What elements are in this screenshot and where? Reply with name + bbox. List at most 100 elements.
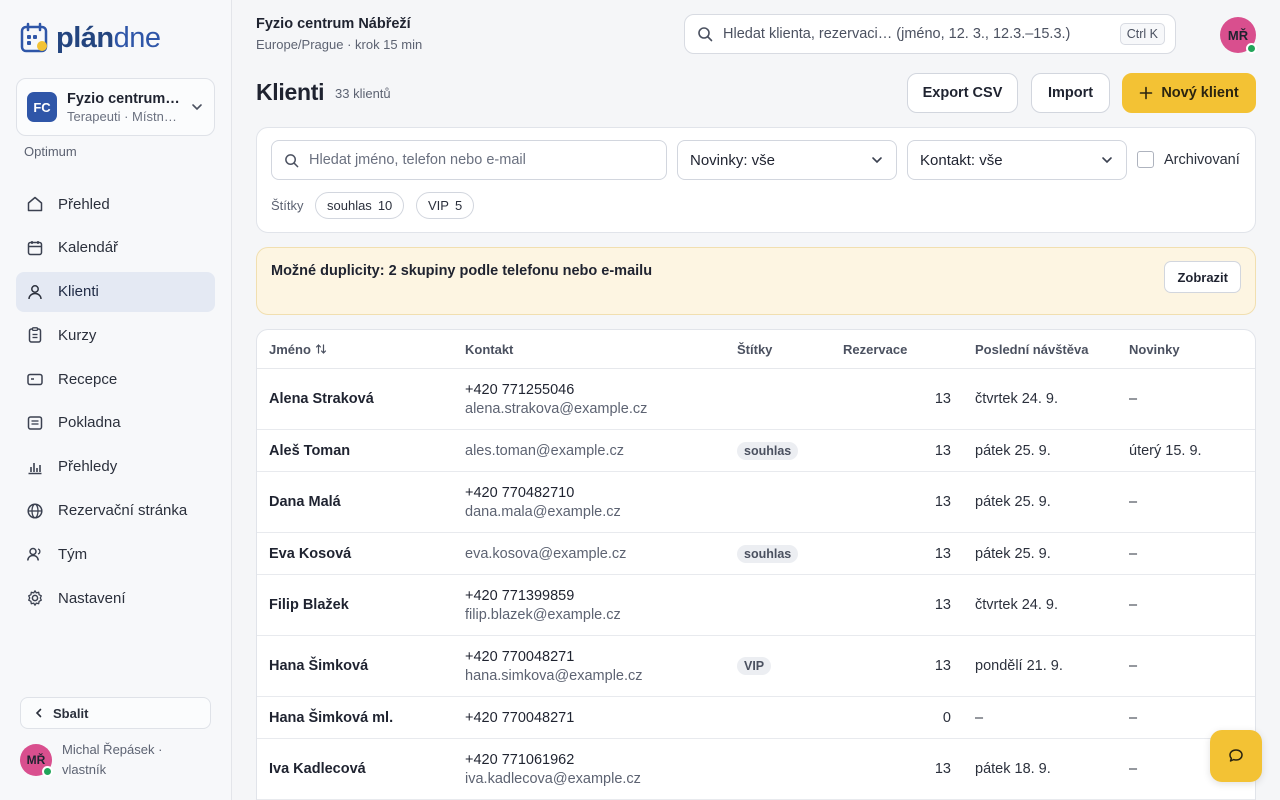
client-reservations: 13 (934, 545, 951, 562)
sidebar: plándne FC Fyzio centrum Nábřeží Terapeu… (0, 0, 232, 800)
tag-chip-vip[interactable]: VIP 5 (416, 192, 475, 219)
client-tags: VIP (737, 657, 837, 675)
user-avatar-button[interactable]: MŘ (1220, 17, 1257, 54)
chevron-down-icon (872, 157, 882, 164)
nav-item-rezervacni-stranka[interactable]: Rezervační stránka (16, 491, 215, 531)
user-icon (28, 284, 42, 299)
nav-label: Recepce (58, 370, 118, 388)
client-reservations: 0 (942, 709, 951, 726)
column-header-tags: Štítky (737, 341, 773, 357)
archived-toggle[interactable]: Archivovaní (1137, 151, 1240, 168)
client-last-visit: pondělí 21. 9. (975, 658, 1063, 674)
nav-label: Rezervační stránka (58, 502, 188, 520)
tag-chip-count: 10 (377, 198, 393, 213)
client-last-visit: pátek 25. 9. (975, 545, 1051, 562)
nav-item-prehled[interactable]: Přehled (16, 184, 215, 224)
archived-checkbox[interactable] (1137, 151, 1154, 168)
filters-panel: Novinky: vše Kontakt: vše Archivovaní Št… (256, 127, 1256, 233)
client-contact: +420 770048271 hana.simkova@example.cz (465, 649, 737, 684)
home-icon (27, 196, 43, 212)
new-client-button[interactable]: Nový klient (1122, 73, 1256, 113)
tag-chip-souhlas[interactable]: souhlas 10 (315, 192, 405, 219)
table-row[interactable]: Eva Kosová eva.kosova@example.cz souhlas 13… (257, 533, 1255, 575)
workspace-title: Fyzio centrum Nábřeží (256, 16, 411, 32)
org-badge: FC (27, 92, 57, 122)
column-header-reservations: Rezervace (843, 341, 908, 357)
calendar-logo-icon (20, 22, 48, 53)
client-newsletter: – (1129, 545, 1138, 562)
client-search-input[interactable] (309, 152, 654, 168)
client-name[interactable]: Hana Šimková ml. (257, 710, 465, 726)
chevron-down-icon (1102, 157, 1112, 164)
nav-label: Nastavení (58, 589, 126, 607)
logo-text: plándne (56, 21, 161, 54)
table-row[interactable]: Aleš Toman ales.toman@example.cz souhlas 13… (257, 430, 1255, 472)
chevron-left-icon (35, 708, 42, 718)
contact-phone: +420 771399859 (465, 587, 575, 604)
search-icon (698, 27, 713, 42)
table-row[interactable]: Filip Blažek +420 771399859 filip.blazek@e… (257, 575, 1255, 636)
contact-filter-select[interactable]: Kontakt: vše (907, 140, 1127, 180)
tag-badge: souhlas (737, 544, 799, 563)
nav-item-tym[interactable]: Tým (16, 534, 215, 574)
global-search[interactable]: Ctrl K (684, 14, 1176, 54)
chat-button[interactable] (1210, 730, 1262, 782)
client-name[interactable]: Filip Blažek (257, 597, 465, 613)
client-name[interactable]: Iva Kadlecová (257, 761, 465, 777)
archived-label: Archivovaní (1164, 151, 1240, 168)
logo[interactable]: plándne (20, 20, 161, 56)
client-newsletter: – (1129, 494, 1138, 510)
table-row[interactable]: Hana Šimková +420 770048271 hana.simkova@e… (257, 636, 1255, 697)
contact-phone: +420 770482710 (465, 484, 575, 501)
contact-email: eva.kosova@example.cz (465, 545, 627, 562)
client-name[interactable]: Alena Straková (257, 391, 465, 407)
duplicates-text: Možné duplicity: 2 skupiny podle telefon… (271, 263, 653, 279)
org-name: Fyzio centrum Nábřeží (67, 90, 180, 107)
client-name[interactable]: Aleš Toman (257, 443, 465, 459)
show-duplicates-button[interactable]: Zobrazit (1164, 261, 1241, 293)
nav-item-prehledy[interactable]: Přehledy (16, 447, 215, 487)
current-user[interactable]: MŘ Michal Řepásek · vlastník (20, 740, 192, 780)
table-row[interactable]: Iva Kadlecová +420 771061962 iva.kadlecova… (257, 739, 1255, 800)
client-reservations: 13 (934, 761, 951, 777)
client-last-visit: – (975, 709, 984, 726)
user-name: Michal Řepásek · vlastník (62, 742, 163, 777)
newsletter-filter-select[interactable]: Novinky: vše (677, 140, 897, 180)
client-last-visit: pátek 25. 9. (975, 442, 1051, 459)
column-header-name[interactable]: Jméno (257, 342, 465, 357)
nav-item-nastaveni[interactable]: Nastavení (16, 578, 215, 618)
organization-switcher[interactable]: FC Fyzio centrum Nábřeží Terapeuti · Mís… (16, 78, 215, 136)
nav-item-recepce[interactable]: Recepce (16, 359, 215, 399)
client-newsletter: – (1129, 597, 1138, 613)
client-search[interactable] (271, 140, 667, 180)
client-newsletter: – (1129, 709, 1138, 726)
client-tags: souhlas (737, 544, 837, 563)
global-search-input[interactable] (723, 26, 1110, 42)
import-button[interactable]: Import (1031, 73, 1110, 113)
client-name[interactable]: Hana Šimková (257, 658, 465, 674)
nav-item-klienti[interactable]: Klienti (16, 271, 215, 312)
nav-label: Přehledy (58, 458, 118, 476)
table-row[interactable]: Alena Straková +420 771255046 alena.strako… (257, 369, 1255, 430)
client-contact: +420 770048271 (465, 710, 737, 726)
nav-item-kurzy[interactable]: Kurzy (16, 315, 215, 355)
client-name[interactable]: Dana Malá (257, 494, 465, 510)
contact-phone: +420 771061962 (465, 751, 575, 768)
table-row[interactable]: Hana Šimková ml. +420 770048271 0 – – (257, 697, 1255, 739)
new-client-label: Nový klient (1161, 85, 1239, 101)
tag-badge: souhlas (737, 441, 799, 460)
client-name[interactable]: Eva Kosová (257, 546, 465, 562)
export-csv-button[interactable]: Export CSV (907, 73, 1018, 113)
tag-chip-name: souhlas (327, 198, 372, 213)
main-nav: Přehled Kalendář Klienti Kurzy Recepce P… (16, 184, 215, 622)
contact-phone: +420 770048271 (465, 709, 575, 726)
client-tags: souhlas (737, 441, 837, 460)
client-contact: eva.kosova@example.cz (465, 546, 737, 562)
client-last-visit: pátek 25. 9. (975, 494, 1051, 510)
nav-item-kalendar[interactable]: Kalendář (16, 228, 215, 268)
client-last-visit: čtvrtek 24. 9. (975, 391, 1059, 407)
table-row[interactable]: Dana Malá +420 770482710 dana.mala@example… (257, 472, 1255, 533)
nav-item-pokladna[interactable]: Pokladna (16, 403, 215, 443)
collapse-sidebar-button[interactable]: Sbalit (20, 697, 211, 729)
client-newsletter: úterý 15. 9. (1129, 442, 1202, 459)
